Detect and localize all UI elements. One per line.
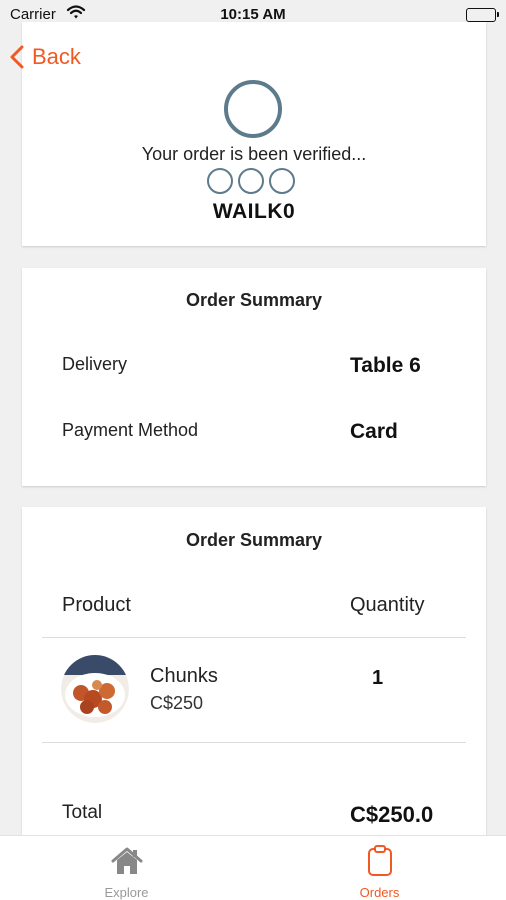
loading-dots bbox=[207, 168, 295, 194]
product-name: Chunks bbox=[150, 665, 218, 687]
total-value: C$250.0 bbox=[350, 802, 434, 827]
product-price: C$250 bbox=[150, 693, 204, 713]
tab-bar: Explore Orders bbox=[0, 835, 506, 900]
divider bbox=[42, 742, 466, 743]
payment-method-label: Payment Method bbox=[62, 420, 199, 440]
order-code: WAILK0 bbox=[212, 200, 296, 223]
home-icon bbox=[111, 845, 143, 877]
delivery-label: Delivery bbox=[62, 354, 128, 374]
tab-label: Explore bbox=[104, 885, 149, 900]
order-summary-card: Order Summary Delivery Table 6 Payment M… bbox=[22, 268, 486, 486]
products-summary-card: Order Summary Product Quantity Chunks C$… bbox=[22, 507, 486, 837]
delivery-value: Table 6 bbox=[350, 354, 421, 377]
tab-explore[interactable]: Explore bbox=[0, 836, 253, 900]
divider bbox=[42, 637, 466, 638]
loading-dot bbox=[238, 168, 264, 194]
loading-spinner bbox=[224, 80, 282, 138]
chevron-left-icon bbox=[10, 45, 24, 69]
card-title: Order Summary bbox=[185, 290, 323, 310]
quantity-column-header: Quantity bbox=[350, 594, 425, 616]
tab-orders[interactable]: Orders bbox=[253, 836, 506, 900]
clock: 10:15 AM bbox=[220, 6, 286, 23]
loading-dot bbox=[207, 168, 233, 194]
back-label: Back bbox=[32, 44, 81, 69]
product-column-header: Product bbox=[62, 594, 131, 616]
product-image bbox=[61, 655, 129, 723]
payment-method-value: Card bbox=[350, 420, 398, 443]
product-quantity: 1 bbox=[372, 667, 384, 689]
verification-message: Your order is been verified... bbox=[141, 144, 367, 164]
battery-icon bbox=[466, 8, 499, 22]
tab-label: Orders bbox=[359, 885, 400, 900]
card-title: Order Summary bbox=[185, 530, 323, 550]
loading-dot bbox=[269, 168, 295, 194]
clipboard-icon bbox=[367, 845, 393, 877]
total-label: Total bbox=[62, 802, 103, 823]
back-button[interactable]: Back bbox=[10, 44, 81, 70]
